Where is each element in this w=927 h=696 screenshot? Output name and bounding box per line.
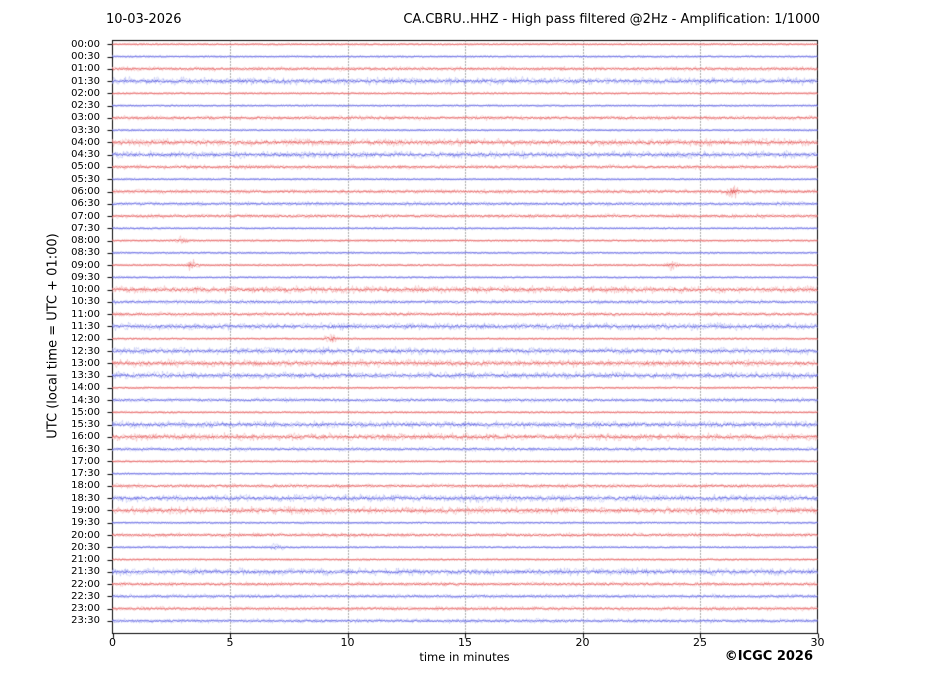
y-tick-label: 19:00 [40,505,100,516]
y-tick-label: 12:00 [40,333,100,344]
y-tick-label: 21:30 [40,566,100,577]
y-tick-label: 20:30 [40,542,100,553]
y-tick-label: 18:30 [40,493,100,504]
x-tick-label: 5 [215,637,245,649]
y-tick-label: 06:00 [40,186,100,197]
y-tick-label: 01:00 [40,63,100,74]
y-tick-label: 05:30 [40,174,100,185]
y-tick-label: 15:30 [40,419,100,430]
y-tick-label: 23:00 [40,603,100,614]
helicorder-canvas [0,0,927,696]
y-tick-label: 03:30 [40,125,100,136]
y-tick-label: 05:00 [40,161,100,172]
y-tick-label: 03:00 [40,112,100,123]
y-tick-label: 02:30 [40,100,100,111]
copyright: ©ICGC 2026 [725,649,813,664]
x-axis-title: time in minutes [364,650,565,664]
helicorder-page: 10-03-2026 CA.CBRU..HHZ - High pass filt… [0,0,927,696]
y-tick-label: 02:00 [40,88,100,99]
y-tick-label: 04:00 [40,137,100,148]
x-tick-label: 30 [803,637,833,649]
y-tick-label: 08:00 [40,235,100,246]
y-tick-label: 18:00 [40,480,100,491]
y-tick-label: 00:00 [40,39,100,50]
y-tick-label: 20:00 [40,530,100,541]
x-tick-label: 0 [98,637,128,649]
y-tick-label: 09:00 [40,260,100,271]
y-tick-label: 16:00 [40,431,100,442]
y-tick-label: 08:30 [40,247,100,258]
y-tick-label: 13:30 [40,370,100,381]
y-tick-label: 07:30 [40,223,100,234]
y-tick-label: 00:30 [40,51,100,62]
y-tick-label: 07:00 [40,211,100,222]
y-tick-label: 06:30 [40,198,100,209]
y-tick-label: 09:30 [40,272,100,283]
x-tick-label: 25 [685,637,715,649]
y-tick-label: 14:30 [40,395,100,406]
y-tick-label: 10:00 [40,284,100,295]
y-tick-label: 17:30 [40,468,100,479]
y-tick-label: 15:00 [40,407,100,418]
y-tick-label: 04:30 [40,149,100,160]
y-tick-label: 01:30 [40,76,100,87]
x-tick-label: 10 [333,637,363,649]
y-tick-label: 21:00 [40,554,100,565]
y-tick-label: 22:00 [40,579,100,590]
y-tick-label: 14:00 [40,382,100,393]
y-tick-label: 11:30 [40,321,100,332]
y-tick-label: 22:30 [40,591,100,602]
y-tick-label: 10:30 [40,296,100,307]
x-tick-label: 20 [568,637,598,649]
y-tick-label: 17:00 [40,456,100,467]
x-tick-label: 15 [450,637,480,649]
y-tick-label: 13:00 [40,358,100,369]
y-tick-label: 11:00 [40,309,100,320]
y-tick-label: 19:30 [40,517,100,528]
y-tick-label: 23:30 [40,615,100,626]
y-tick-label: 12:30 [40,346,100,357]
y-tick-label: 16:30 [40,444,100,455]
